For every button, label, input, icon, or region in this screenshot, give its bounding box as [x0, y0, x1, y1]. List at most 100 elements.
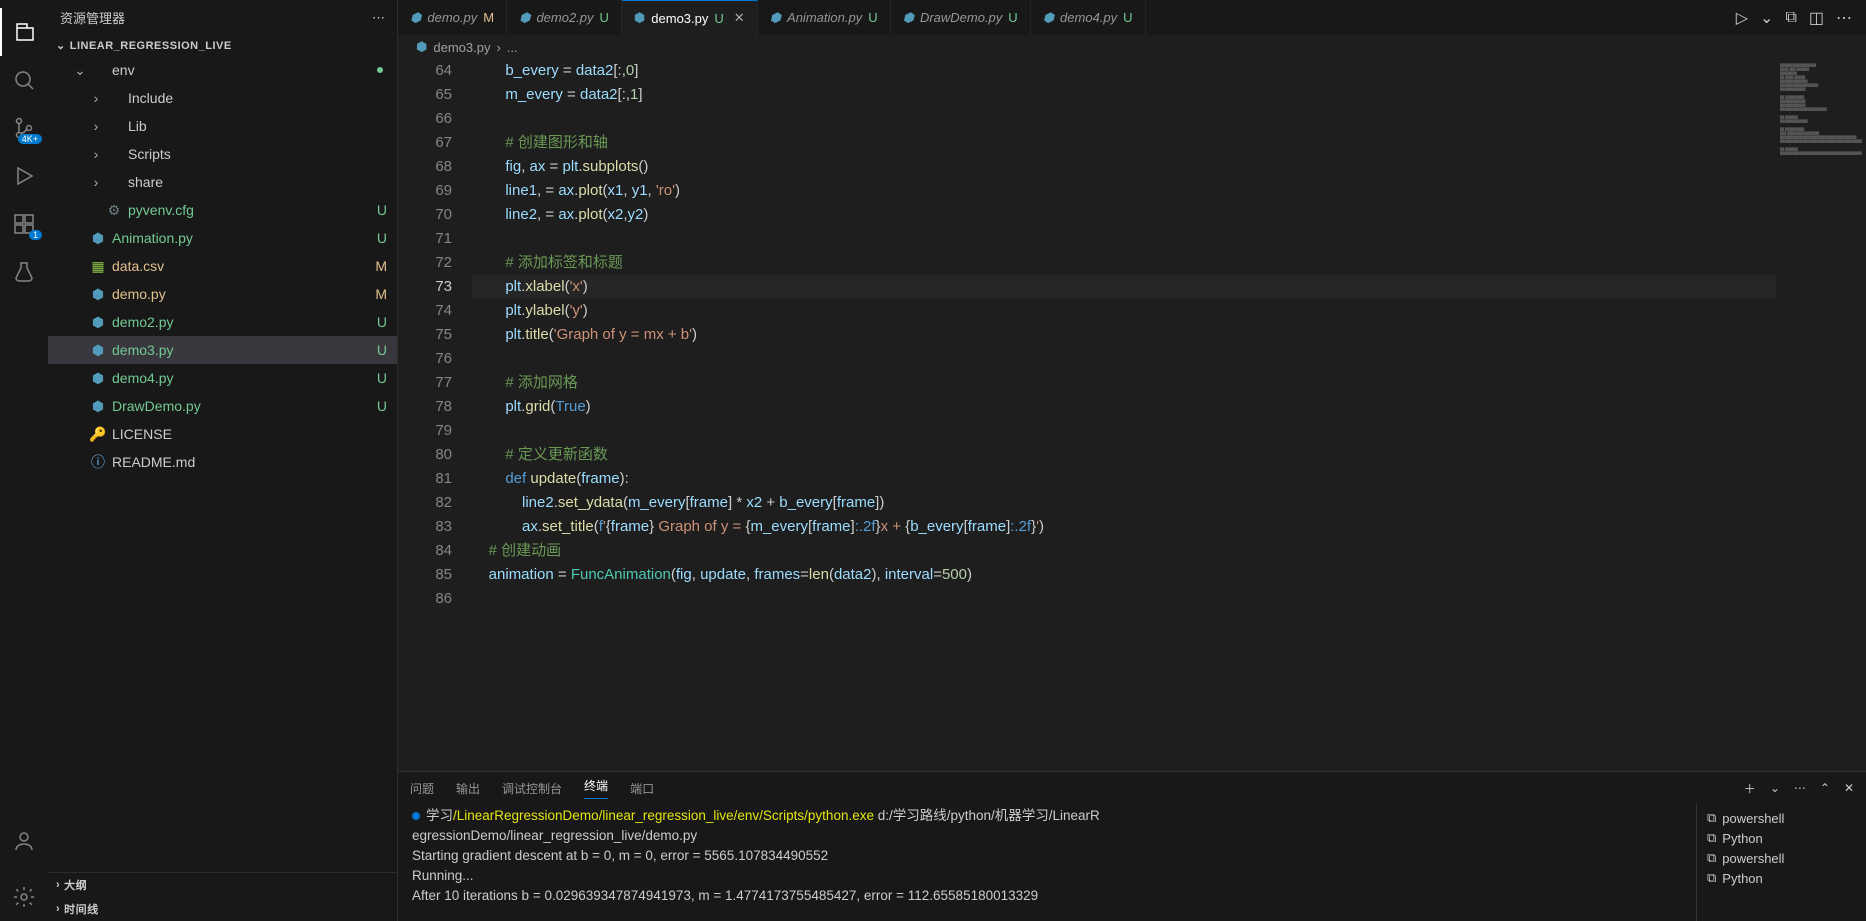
- line-number: 85: [398, 563, 452, 587]
- panel-tab-问题[interactable]: 问题: [410, 780, 434, 797]
- code-line[interactable]: b_every = data2[:,0]: [472, 59, 1776, 83]
- tree-item-include[interactable]: ›Include: [48, 84, 397, 112]
- python-icon: ⬢: [416, 39, 427, 55]
- tree-item-lib[interactable]: ›Lib: [48, 112, 397, 140]
- close-icon[interactable]: ✕: [734, 10, 745, 26]
- code-line[interactable]: plt.grid(True): [472, 395, 1776, 419]
- tree-item-label: Include: [128, 90, 387, 106]
- accounts-icon[interactable]: [0, 817, 48, 865]
- testing-icon[interactable]: [0, 248, 48, 296]
- settings-icon[interactable]: [0, 873, 48, 921]
- prompt-dot: [412, 812, 420, 820]
- terminal-item-powershell[interactable]: ⧉powershell: [1697, 848, 1866, 868]
- code-line[interactable]: line2, = ax.plot(x2,y2): [472, 203, 1776, 227]
- tab-label: demo3.py: [651, 11, 708, 26]
- tree-item-demo2-py[interactable]: ⬢demo2.pyU: [48, 308, 397, 336]
- tab-animation-py[interactable]: ⬢Animation.pyU: [758, 0, 891, 35]
- terminal-item-python[interactable]: ⧉Python: [1697, 868, 1866, 888]
- run-debug-icon[interactable]: [0, 152, 48, 200]
- outline-section[interactable]: › 大纲: [48, 872, 397, 897]
- line-number: 84: [398, 539, 452, 563]
- sidebar-more-icon[interactable]: ⋯: [372, 10, 385, 26]
- run-icon[interactable]: ▷: [1736, 8, 1748, 28]
- code-line[interactable]: ax.set_title(f'{frame} Graph of y = {m_e…: [472, 515, 1776, 539]
- line-number: 64: [398, 59, 452, 83]
- tree-item-pyvenv-cfg[interactable]: ⚙pyvenv.cfgU: [48, 196, 397, 224]
- terminal-item-powershell[interactable]: ⧉powershell: [1697, 808, 1866, 828]
- line-number: 79: [398, 419, 452, 443]
- git-status: U: [369, 370, 387, 386]
- extensions-icon[interactable]: 1: [0, 200, 48, 248]
- code-line[interactable]: plt.xlabel('x'): [472, 275, 1776, 299]
- code-line[interactable]: animation = FuncAnimation(fig, update, f…: [472, 563, 1776, 587]
- code-line[interactable]: [472, 107, 1776, 131]
- tree-item-demo3-py[interactable]: ⬢demo3.pyU: [48, 336, 397, 364]
- tab-demo2-py[interactable]: ⬢demo2.pyU: [507, 0, 622, 35]
- code-line[interactable]: [472, 227, 1776, 251]
- code-line[interactable]: # 添加网格: [472, 371, 1776, 395]
- breadcrumb[interactable]: ⬢ demo3.py › ...: [398, 35, 1866, 59]
- panel-tab-调试控制台[interactable]: 调试控制台: [502, 780, 562, 797]
- maximize-icon[interactable]: ⌃: [1820, 781, 1830, 795]
- more-icon[interactable]: ⋯: [1794, 781, 1806, 795]
- chevron-right-icon: ›: [88, 118, 104, 134]
- compare-icon[interactable]: ⧉: [1785, 9, 1796, 27]
- code-line[interactable]: line1, = ax.plot(x1, y1, 'ro'): [472, 179, 1776, 203]
- code-line[interactable]: # 创建图形和轴: [472, 131, 1776, 155]
- tree-item-env[interactable]: ⌄env: [48, 56, 397, 84]
- chevron-down-icon: ⌄: [56, 39, 66, 52]
- terminal-item-python[interactable]: ⧉Python: [1697, 828, 1866, 848]
- new-terminal-icon[interactable]: ＋: [1744, 780, 1756, 797]
- tab-drawdemo-py[interactable]: ⬢DrawDemo.pyU: [891, 0, 1031, 35]
- timeline-section[interactable]: › 时间线: [48, 897, 397, 921]
- terminal-output[interactable]: 学习/LinearRegressionDemo/linear_regressio…: [398, 804, 1696, 921]
- editor-main: ⬢demo.pyM⬢demo2.pyU⬢demo3.pyU✕⬢Animation…: [398, 0, 1866, 921]
- code-content[interactable]: b_every = data2[:,0] m_every = data2[:,1…: [472, 59, 1776, 771]
- code-line[interactable]: fig, ax = plt.subplots(): [472, 155, 1776, 179]
- chevron-right-icon: ›: [88, 146, 104, 162]
- code-line[interactable]: # 定义更新函数: [472, 443, 1776, 467]
- tree-item-demo4-py[interactable]: ⬢demo4.pyU: [48, 364, 397, 392]
- code-line[interactable]: [472, 347, 1776, 371]
- tree-item-demo-py[interactable]: ⬢demo.pyM: [48, 280, 397, 308]
- code-line[interactable]: m_every = data2[:,1]: [472, 83, 1776, 107]
- close-panel-icon[interactable]: ✕: [1844, 781, 1854, 795]
- file-tree: ⌄env›Include›Lib›Scripts›share⚙pyvenv.cf…: [48, 56, 397, 872]
- project-header[interactable]: ⌄ LINEAR_REGRESSION_LIVE: [48, 35, 397, 56]
- tree-item-label: demo4.py: [112, 370, 369, 386]
- tab-demo3-py[interactable]: ⬢demo3.pyU✕: [622, 0, 758, 35]
- source-control-icon[interactable]: 4K+: [0, 104, 48, 152]
- explorer-icon[interactable]: [0, 8, 48, 56]
- tab-demo-py[interactable]: ⬢demo.pyM: [398, 0, 507, 35]
- tree-item-share[interactable]: ›share: [48, 168, 397, 196]
- tree-item-scripts[interactable]: ›Scripts: [48, 140, 397, 168]
- run-dropdown-icon[interactable]: ⌄: [1760, 8, 1773, 28]
- code-line[interactable]: plt.ylabel('y'): [472, 299, 1776, 323]
- code-line[interactable]: # 创建动画: [472, 539, 1776, 563]
- python-icon: ⬢: [634, 10, 645, 26]
- tree-item-animation-py[interactable]: ⬢Animation.pyU: [48, 224, 397, 252]
- panel-tab-输出[interactable]: 输出: [456, 780, 480, 797]
- tree-item-drawdemo-py[interactable]: ⬢DrawDemo.pyU: [48, 392, 397, 420]
- tab-demo4-py[interactable]: ⬢demo4.pyU: [1031, 0, 1146, 35]
- tree-item-readme-md[interactable]: ⓘREADME.md: [48, 448, 397, 476]
- tree-item-label: pyvenv.cfg: [128, 202, 369, 218]
- panel-tab-端口[interactable]: 端口: [630, 780, 654, 797]
- code-line[interactable]: line2.set_ydata(m_every[frame] * x2 + b_…: [472, 491, 1776, 515]
- tree-item-license[interactable]: 🔑LICENSE: [48, 420, 397, 448]
- search-icon[interactable]: [0, 56, 48, 104]
- dropdown-icon[interactable]: ⌄: [1770, 781, 1780, 795]
- tree-item-data-csv[interactable]: ▦data.csvM: [48, 252, 397, 280]
- panel-tab-终端[interactable]: 终端: [584, 777, 608, 799]
- editor-area[interactable]: 6465666768697071727374757677787980818283…: [398, 59, 1866, 771]
- tab-label: demo2.py: [536, 10, 593, 25]
- more-icon[interactable]: ⋯: [1836, 8, 1852, 28]
- code-line[interactable]: def update(frame):: [472, 467, 1776, 491]
- breadcrumb-sep: ›: [496, 40, 500, 55]
- code-line[interactable]: # 添加标签和标题: [472, 251, 1776, 275]
- code-line[interactable]: plt.title('Graph of y = mx + b'): [472, 323, 1776, 347]
- code-line[interactable]: [472, 419, 1776, 443]
- minimap[interactable]: █████████████████████ ███ ██████████████…: [1776, 59, 1866, 771]
- python-icon: ⬢: [770, 10, 781, 26]
- split-editor-icon[interactable]: ◫: [1809, 8, 1824, 28]
